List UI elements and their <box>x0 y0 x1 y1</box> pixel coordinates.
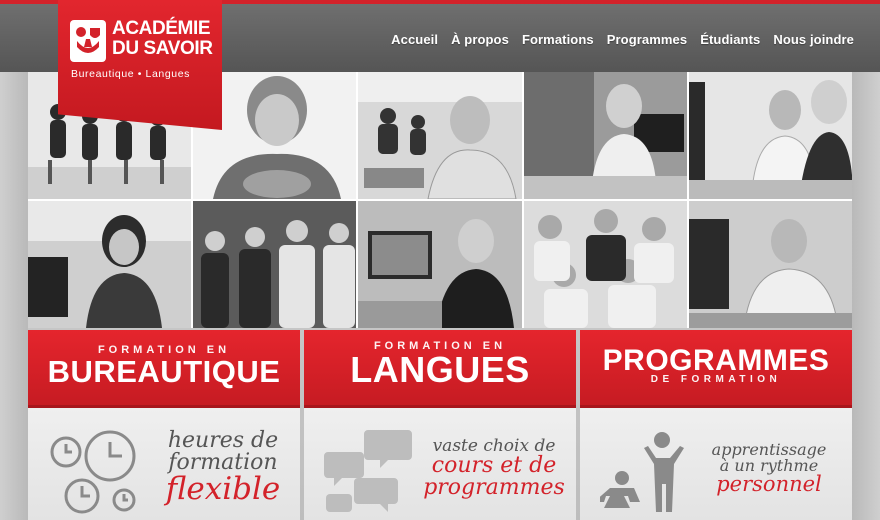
feature-2-line-3: programmes <box>423 475 565 500</box>
logo-mark-icon <box>70 20 106 62</box>
banner-bureautique[interactable]: FORMATION EN BUREAUTIQUE <box>28 330 300 408</box>
banner-programmes[interactable]: PROGRAMMES DE FORMATION <box>580 330 852 408</box>
nav-a-propos[interactable]: À propos <box>451 32 509 47</box>
photo-seniors-group <box>523 201 687 328</box>
photo-man-monitor <box>688 201 852 328</box>
feature-1-line-3: flexible <box>165 471 281 507</box>
photo-students-group <box>193 201 357 328</box>
speech-bubbles-icon <box>324 426 414 520</box>
page-background-left <box>0 72 28 520</box>
feature-flexible-hours: heures de formation flexible <box>28 408 300 520</box>
banner-langues-subtitle: FORMATION EN <box>373 340 507 352</box>
banner-programmes-subtitle: DE FORMATION <box>650 374 782 385</box>
logo-tagline: Bureautique • Langues <box>71 68 191 80</box>
feature-3-line-3: personnel <box>716 472 822 496</box>
banner-programmes-title: PROGRAMMES <box>602 344 830 377</box>
nav-accueil[interactable]: Accueil <box>391 32 438 47</box>
clocks-icon <box>48 426 144 520</box>
photo-office-team <box>358 72 522 199</box>
banner-bureautique-subtitle: FORMATION EN <box>97 344 231 356</box>
feature-own-pace-text: apprentissage à un rythme personnel <box>686 442 852 495</box>
photo-woman-computer <box>358 201 522 328</box>
course-banners: FORMATION EN BUREAUTIQUE FORMATION EN LA… <box>28 330 852 408</box>
logo-line-1: ACADÉMIE <box>112 18 211 39</box>
photo-meeting-pair <box>688 72 852 199</box>
people-icon <box>594 426 690 520</box>
feature-2-line-2: cours et de <box>431 453 557 478</box>
banner-langues-title: LANGUES <box>350 349 530 390</box>
banner-bureautique-title: BUREAUTIQUE <box>47 354 281 389</box>
logo-title: ACADÉMIE DU SAVOIR <box>112 19 213 59</box>
photo-woman-at-desk <box>523 72 687 199</box>
nav-programmes[interactable]: Programmes <box>607 32 687 47</box>
main-nav: Accueil À propos Formations Programmes É… <box>391 32 854 47</box>
feature-1-line-1: heures de <box>167 428 279 453</box>
nav-formations[interactable]: Formations <box>522 32 594 47</box>
feature-course-choice-text: vaste choix de cours et de programmes <box>406 438 576 499</box>
logo-line-2: DU SAVOIR <box>112 38 213 59</box>
page-background-right <box>852 72 880 520</box>
feature-course-choice: vaste choix de cours et de programmes <box>304 408 576 520</box>
feature-own-pace: apprentissage à un rythme personnel <box>580 408 852 520</box>
feature-panels: heures de formation flexible vaste choix… <box>28 408 852 520</box>
feature-flexible-text: heures de formation flexible <box>148 430 298 505</box>
nav-nous-joindre[interactable]: Nous joindre <box>773 32 854 47</box>
photo-woman-laptop <box>28 201 192 328</box>
banner-langues[interactable]: FORMATION EN LANGUES <box>304 330 576 408</box>
site-logo[interactable]: ACADÉMIE DU SAVOIR Bureautique • Langues <box>58 0 222 130</box>
nav-etudiants[interactable]: Étudiants <box>700 32 760 47</box>
